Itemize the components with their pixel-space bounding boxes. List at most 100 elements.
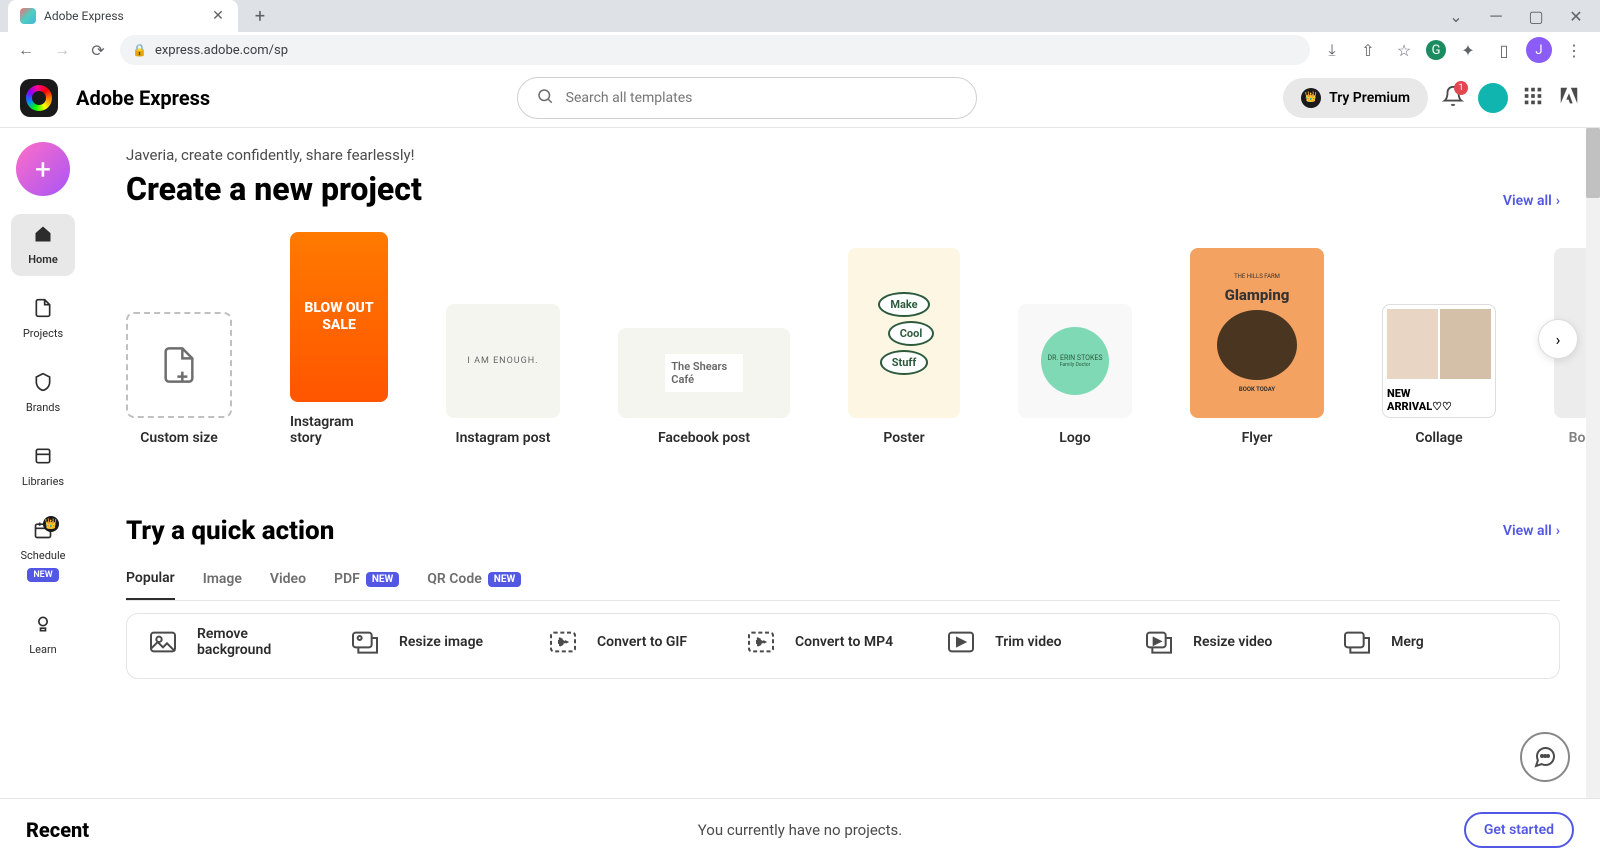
- card-collage[interactable]: NEWARRIVAL♡♡ Collage: [1382, 304, 1496, 446]
- tab-favicon: [20, 8, 36, 24]
- url-field[interactable]: 🔒 express.adobe.com/sp: [120, 35, 1310, 65]
- project-type-carousel: Custom size BLOW OUT SALE Instagram stor…: [126, 232, 1560, 446]
- chat-help-button[interactable]: [1520, 732, 1570, 782]
- notifications-button[interactable]: 1: [1442, 85, 1464, 111]
- maximize-icon[interactable]: ▢: [1520, 2, 1552, 30]
- tab-close-icon[interactable]: ✕: [210, 8, 226, 24]
- scrollbar[interactable]: [1586, 128, 1600, 798]
- merge-icon: [1337, 622, 1377, 662]
- new-tab-button[interactable]: +: [246, 2, 274, 30]
- resize-icon: [345, 622, 385, 662]
- tab-dropdown-icon[interactable]: ⌄: [1440, 2, 1472, 30]
- grammarly-icon[interactable]: G: [1426, 40, 1446, 60]
- notification-badge: 1: [1454, 81, 1468, 95]
- footer-bar: Recent You currently have no projects. G…: [0, 798, 1600, 860]
- lock-icon: 🔒: [132, 43, 147, 57]
- crown-icon: 👑: [1301, 88, 1321, 108]
- sidebar-item-projects[interactable]: Projects: [11, 288, 75, 350]
- view-all-link[interactable]: View all ›: [1503, 523, 1560, 539]
- card-logo[interactable]: DR. ERIN STOKESFamily Doctor Logo: [1018, 304, 1132, 446]
- install-app-icon[interactable]: ⤓: [1318, 36, 1346, 64]
- card-label: Instagram post: [456, 430, 551, 446]
- sidebar-item-home[interactable]: Home: [11, 214, 75, 276]
- try-premium-label: Try Premium: [1329, 90, 1410, 106]
- qa-label: Convert to MP4: [795, 634, 893, 650]
- facebook-post-thumb: The Shears Café: [618, 328, 790, 418]
- search-input[interactable]: [566, 90, 958, 106]
- card-label: Collage: [1415, 430, 1462, 446]
- sidebar-item-label: Brands: [26, 401, 60, 414]
- quick-action-row: Remove background Resize image Convert t…: [126, 613, 1560, 679]
- card-poster[interactable]: Make Cool Stuff Poster: [848, 248, 960, 446]
- qa-resize-video[interactable]: Resize video: [1139, 622, 1289, 662]
- reload-button[interactable]: ⟳: [84, 36, 112, 64]
- logo-thumb: DR. ERIN STOKESFamily Doctor: [1018, 304, 1132, 418]
- carousel-next-button[interactable]: ›: [1538, 319, 1578, 359]
- card-instagram-story[interactable]: BLOW OUT SALE Instagram story: [290, 232, 388, 446]
- tab-qrcode[interactable]: QR CodeNEW: [427, 562, 521, 600]
- browser-tab[interactable]: Adobe Express ✕: [8, 0, 238, 32]
- browser-url-bar: ← → ⟳ 🔒 express.adobe.com/sp ⤓ ⇧ ☆ G ✦ ▯…: [0, 32, 1600, 68]
- qa-convert-mp4[interactable]: Convert to MP4: [741, 622, 893, 662]
- sidebar-item-brands[interactable]: Brands: [11, 362, 75, 424]
- app-header: Adobe Express 👑 Try Premium 1: [0, 68, 1600, 128]
- schedule-icon: [33, 520, 53, 545]
- card-label: Facebook post: [658, 430, 750, 446]
- qa-label: Merg: [1391, 634, 1424, 650]
- create-button[interactable]: +: [16, 142, 70, 196]
- libraries-icon: [33, 446, 53, 471]
- convert-icon: [543, 622, 583, 662]
- apps-grid-icon[interactable]: [1522, 85, 1544, 111]
- minimize-icon[interactable]: ─: [1480, 2, 1512, 30]
- trim-icon: [941, 622, 981, 662]
- qa-label: Convert to GIF: [597, 634, 687, 650]
- qa-resize-image[interactable]: Resize image: [345, 622, 495, 662]
- quick-action-title: Try a quick action: [126, 516, 334, 546]
- share-icon[interactable]: ⇧: [1354, 36, 1382, 64]
- card-label: Poster: [883, 430, 924, 446]
- section-title: Create a new project: [126, 170, 422, 208]
- qa-remove-background[interactable]: Remove background: [143, 622, 297, 662]
- browser-menu-icon[interactable]: ⋮: [1560, 36, 1588, 64]
- sidebar-item-schedule[interactable]: Schedule NEW: [11, 510, 75, 592]
- card-label: Flyer: [1242, 430, 1273, 446]
- brands-icon: [33, 372, 53, 397]
- collage-thumb: NEWARRIVAL♡♡: [1382, 304, 1496, 418]
- app-name: Adobe Express: [76, 86, 210, 110]
- forward-button[interactable]: →: [48, 36, 76, 64]
- qa-convert-gif[interactable]: Convert to GIF: [543, 622, 693, 662]
- get-started-button[interactable]: Get started: [1464, 812, 1574, 848]
- search-bar[interactable]: [517, 77, 977, 119]
- card-instagram-post[interactable]: I AM ENOUGH. Instagram post: [446, 304, 560, 446]
- view-all-link[interactable]: View all ›: [1503, 193, 1560, 209]
- qa-label: Resize video: [1193, 634, 1272, 650]
- new-badge: NEW: [27, 568, 58, 582]
- sidebar-item-label: Home: [28, 253, 58, 266]
- back-button[interactable]: ←: [12, 36, 40, 64]
- app-logo[interactable]: [20, 79, 58, 117]
- convert-icon: [741, 622, 781, 662]
- image-icon: [143, 622, 183, 662]
- qa-merge[interactable]: Merg: [1337, 622, 1487, 662]
- sidebar-item-libraries[interactable]: Libraries: [11, 436, 75, 498]
- card-flyer[interactable]: THE HILLS FARM Glamping BOOK TODAY Flyer: [1190, 248, 1324, 446]
- sidepanel-icon[interactable]: ▯: [1490, 36, 1518, 64]
- profile-avatar[interactable]: J: [1526, 37, 1552, 63]
- tab-pdf[interactable]: PDFNEW: [334, 562, 399, 600]
- card-label: Logo: [1059, 430, 1090, 446]
- extensions-icon[interactable]: ✦: [1454, 36, 1482, 64]
- flyer-thumb: THE HILLS FARM Glamping BOOK TODAY: [1190, 248, 1324, 418]
- adobe-icon[interactable]: [1558, 85, 1580, 111]
- card-facebook-post[interactable]: The Shears Café Facebook post: [618, 328, 790, 446]
- close-window-icon[interactable]: ✕: [1560, 2, 1592, 30]
- qa-trim-video[interactable]: Trim video: [941, 622, 1091, 662]
- card-custom-size[interactable]: Custom size: [126, 312, 232, 446]
- tab-popular[interactable]: Popular: [126, 562, 175, 600]
- user-avatar[interactable]: [1478, 83, 1508, 113]
- tab-video[interactable]: Video: [270, 562, 306, 600]
- try-premium-button[interactable]: 👑 Try Premium: [1283, 78, 1428, 118]
- bookmark-icon[interactable]: ☆: [1390, 36, 1418, 64]
- projects-icon: [33, 298, 53, 323]
- sidebar-item-learn[interactable]: Learn: [11, 604, 75, 666]
- tab-image[interactable]: Image: [203, 562, 242, 600]
